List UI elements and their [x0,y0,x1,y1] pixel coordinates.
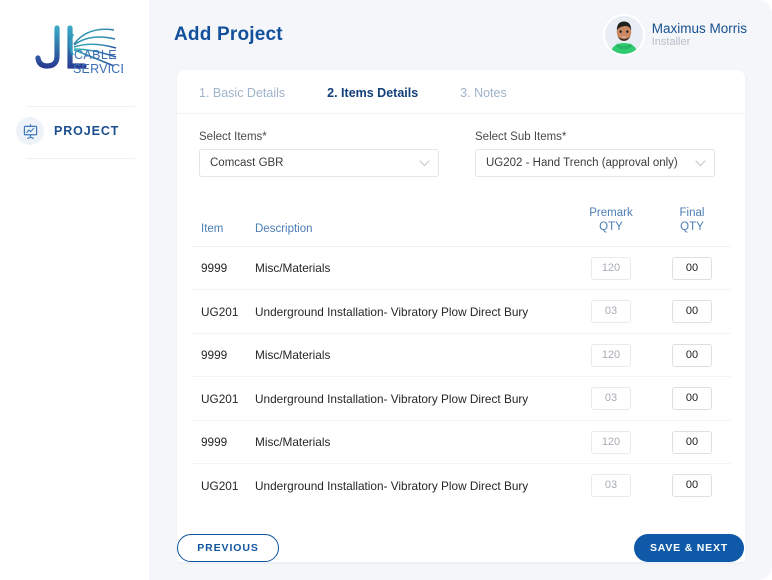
sidebar-item-project[interactable]: PROJECT [16,115,141,147]
cell-final-qty: 00 [653,333,731,377]
premark-qty-line1: Premark [569,206,653,220]
select-items-label: Select Items* [199,131,439,143]
premark-qty-input[interactable]: 120 [591,431,631,454]
table-row: UG201Underground Installation- Vibratory… [191,377,731,421]
premark-qty-input[interactable]: 120 [591,344,631,367]
final-qty-input[interactable]: 00 [672,257,712,280]
cell-item: 9999 [191,333,249,377]
column-header-item: Item [191,198,249,246]
cell-description: Underground Installation- Vibratory Plow… [249,377,569,421]
wizard-footer: PREVIOUS SAVE & NEXT [177,528,744,568]
premark-qty-input[interactable]: 03 [591,300,631,323]
cell-premark-qty: 120 [569,246,653,290]
project-board-icon [16,117,44,145]
final-qty-input[interactable]: 00 [672,387,712,410]
premark-qty-input[interactable]: 120 [591,257,631,280]
cell-item: UG201 [191,464,249,504]
select-row: Select Items* Comcast GBR Select Sub Ite… [177,114,745,177]
items-table-head: Item Description Premark QTY Final QTY [191,198,731,246]
sidebar: CABLE SERVICES PROJECT [0,0,149,580]
tab-basic-details[interactable]: 1. Basic Details [199,86,327,113]
add-project-card: 1. Basic Details 2. Items Details 3. Not… [177,70,745,562]
brand-logo[interactable]: CABLE SERVICES [0,0,149,84]
avatar [605,16,643,54]
logo-text-cable: CABLE [74,48,117,62]
select-items-dropdown[interactable]: Comcast GBR [199,149,439,177]
table-row: 9999Misc/Materials 120 00 [191,333,731,377]
cell-premark-qty: 120 [569,420,653,464]
items-table-body: 9999Misc/Materials12000UG201Underground … [191,246,731,504]
app-window: CABLE SERVICES PROJECT Add Project [0,0,772,580]
tab-items-details[interactable]: 2. Items Details [327,86,460,113]
cell-description: Misc/Materials [249,333,569,377]
chevron-down-icon [695,154,706,172]
select-items-value: Comcast GBR [210,157,284,169]
cell-final-qty: 00 [653,464,731,504]
items-table: Item Description Premark QTY Final QTY [191,198,731,504]
jl-cable-services-logo-icon: CABLE SERVICES [27,22,123,84]
final-qty-line1: Final [653,206,731,220]
final-qty-input[interactable]: 00 [672,431,712,454]
cell-premark-qty: 03 [569,464,653,504]
cell-final-qty: 00 [653,377,731,421]
top-bar: Add Project [149,0,772,70]
select-sub-items-dropdown[interactable]: UG202 - Hand Trench (approval only) [475,149,715,177]
items-table-container: Item Description Premark QTY Final QTY [191,198,731,504]
cell-item: UG201 [191,290,249,334]
final-qty-line2: QTY [653,220,731,234]
wizard-tabs: 1. Basic Details 2. Items Details 3. Not… [177,70,745,114]
sidebar-item-label: PROJECT [54,124,119,138]
premark-qty-input[interactable]: 03 [591,387,631,410]
cell-premark-qty: 03 [569,290,653,334]
profile-role: Installer [652,36,747,49]
profile-name: Maximus Morris [652,21,747,37]
user-profile[interactable]: Maximus Morris Installer [605,16,747,54]
cell-final-qty: 00 [653,246,731,290]
page-title: Add Project [174,24,283,46]
column-header-description: Description [249,198,569,246]
select-sub-items-label: Select Sub Items* [475,131,715,143]
select-sub-items-value: UG202 - Hand Trench (approval only) [486,157,678,169]
chevron-down-icon [419,154,430,172]
cell-description: Misc/Materials [249,246,569,290]
save-and-next-button[interactable]: SAVE & NEXT [634,534,744,562]
main-content: Add Project [149,0,772,580]
premark-qty-line2: QTY [569,220,653,234]
select-items-field: Select Items* Comcast GBR [199,131,439,177]
cell-item: UG201 [191,377,249,421]
previous-button[interactable]: PREVIOUS [177,534,279,562]
final-qty-input[interactable]: 00 [672,300,712,323]
cell-premark-qty: 120 [569,333,653,377]
cell-premark-qty: 03 [569,377,653,421]
cell-item: 9999 [191,420,249,464]
final-qty-input[interactable]: 00 [672,474,712,497]
sidebar-divider-bottom [26,158,135,159]
cell-final-qty: 00 [653,420,731,464]
cell-item: 9999 [191,246,249,290]
table-row: 9999Misc/Materials 120 00 [191,420,731,464]
final-qty-input[interactable]: 00 [672,344,712,367]
cell-description: Underground Installation- Vibratory Plow… [249,290,569,334]
logo-text-services: SERVICES [73,62,123,76]
table-header-row: Item Description Premark QTY Final QTY [191,198,731,246]
tab-notes[interactable]: 3. Notes [460,86,549,113]
cell-description: Misc/Materials [249,420,569,464]
column-header-premark-qty: Premark QTY [569,198,653,246]
premark-qty-input[interactable]: 03 [591,474,631,497]
select-sub-items-field: Select Sub Items* UG202 - Hand Trench (a… [475,131,715,177]
sidebar-divider-top [26,106,135,107]
cell-description: Underground Installation- Vibratory Plow… [249,464,569,504]
column-header-final-qty: Final QTY [653,198,731,246]
cell-final-qty: 00 [653,290,731,334]
table-row: 9999Misc/Materials 120 00 [191,246,731,290]
table-row: UG201Underground Installation- Vibratory… [191,290,731,334]
table-row: UG201Underground Installation- Vibratory… [191,464,731,504]
